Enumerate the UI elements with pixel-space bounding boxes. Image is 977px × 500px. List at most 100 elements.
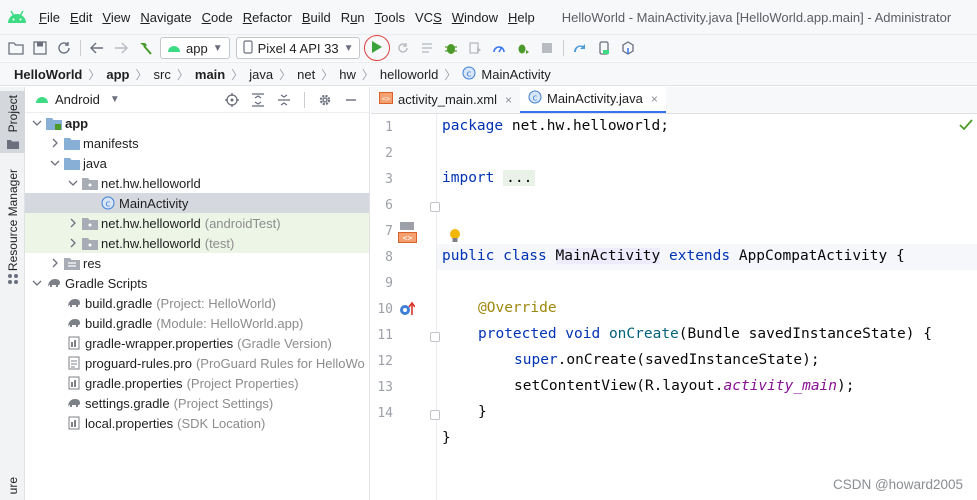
run-configuration-select[interactable]: app ▼ bbox=[160, 37, 230, 59]
code-keyword: super bbox=[514, 352, 558, 368]
tree-item-app[interactable]: app bbox=[25, 113, 369, 133]
chevron-down-icon[interactable]: ▼ bbox=[110, 94, 120, 105]
project-tool-tab-label: Project bbox=[5, 95, 20, 133]
chevron-right-icon[interactable] bbox=[65, 218, 81, 228]
breadcrumb-item[interactable]: src bbox=[154, 67, 171, 82]
stop-icon[interactable] bbox=[535, 37, 559, 59]
attach-debugger-icon[interactable] bbox=[463, 37, 487, 59]
breadcrumb-item[interactable]: net bbox=[297, 67, 315, 82]
tab-main-activity-java[interactable]: c MainActivity.java × bbox=[519, 86, 666, 113]
minimize-icon[interactable] bbox=[341, 90, 361, 110]
tree-item-gradle-properties[interactable]: gradle.properties (Project Properties) bbox=[25, 373, 369, 393]
forward-arrow-icon[interactable] bbox=[109, 37, 133, 59]
resource-manager-tab-label: Resource Manager bbox=[5, 169, 20, 272]
debug-bug-icon[interactable] bbox=[439, 37, 463, 59]
sync-gradle-icon[interactable] bbox=[568, 37, 592, 59]
apply-code-changes-icon[interactable] bbox=[415, 37, 439, 59]
breadcrumb-item[interactable]: helloworld bbox=[380, 67, 439, 82]
breadcrumb-item[interactable]: MainActivity bbox=[481, 67, 550, 82]
breadcrumb-item[interactable]: java bbox=[249, 67, 273, 82]
tree-item-package-test[interactable]: net.hw.helloworld (test) bbox=[25, 233, 369, 253]
settings-gear-icon[interactable] bbox=[315, 90, 335, 110]
project-view-mode[interactable]: Android bbox=[55, 92, 100, 107]
menu-item-navigate[interactable]: Navigate bbox=[135, 10, 196, 25]
tree-item-main-activity[interactable]: c MainActivity bbox=[25, 193, 369, 213]
lightbulb-icon[interactable] bbox=[449, 228, 461, 247]
tree-item-java[interactable]: java bbox=[25, 153, 369, 173]
resource-folder-icon bbox=[63, 255, 81, 271]
tree-item-label: Gradle Scripts bbox=[65, 275, 148, 291]
chevron-right-icon[interactable] bbox=[47, 258, 63, 268]
line-number: 11 bbox=[377, 328, 393, 343]
tree-item-gradle-wrapper-properties[interactable]: gradle-wrapper.properties (Gradle Versio… bbox=[25, 333, 369, 353]
tree-item-build-gradle-project[interactable]: build.gradle (Project: HelloWorld) bbox=[25, 293, 369, 313]
save-all-icon[interactable] bbox=[28, 37, 52, 59]
debug-attach-bug-icon[interactable] bbox=[511, 37, 535, 59]
close-icon[interactable]: × bbox=[651, 92, 658, 106]
menu-item-tools[interactable]: Tools bbox=[370, 10, 410, 25]
code-keyword: import bbox=[442, 170, 495, 186]
activity-layout-gutter-icon[interactable]: <> bbox=[398, 221, 418, 246]
menu-item-build[interactable]: Build bbox=[297, 10, 336, 25]
menu-item-code[interactable]: Code bbox=[197, 10, 238, 25]
no-problems-check-icon[interactable] bbox=[959, 119, 973, 134]
structure-tool-tab[interactable]: ure bbox=[0, 477, 25, 500]
gradle-elephant-icon bbox=[65, 395, 83, 411]
tree-item-label: build.gradle bbox=[85, 315, 153, 331]
device-select[interactable]: Pixel 4 API 33 ▼ bbox=[235, 37, 361, 59]
line-number: 13 bbox=[377, 380, 393, 395]
override-method-gutter-icon[interactable] bbox=[399, 301, 416, 320]
tree-item-proguard-rules[interactable]: proguard-rules.pro (ProGuard Rules for H… bbox=[25, 353, 369, 373]
menu-item-run[interactable]: Run bbox=[336, 10, 370, 25]
chevron-down-icon[interactable] bbox=[65, 178, 81, 188]
fold-toggle-icon[interactable] bbox=[430, 410, 440, 420]
tree-item-res[interactable]: res bbox=[25, 253, 369, 273]
tree-item-label: local.properties bbox=[85, 415, 174, 431]
breadcrumb-item[interactable]: hw bbox=[339, 67, 356, 82]
chevron-down-icon[interactable] bbox=[29, 118, 45, 128]
open-folder-icon[interactable] bbox=[4, 37, 28, 59]
run-app-button[interactable] bbox=[364, 35, 391, 61]
back-arrow-icon[interactable] bbox=[85, 37, 109, 59]
menu-item-edit[interactable]: Edit bbox=[65, 10, 97, 25]
expand-all-icon[interactable] bbox=[248, 90, 268, 110]
tree-item-package[interactable]: net.hw.helloworld bbox=[25, 173, 369, 193]
close-icon[interactable]: × bbox=[505, 93, 512, 107]
chevron-down-icon[interactable] bbox=[47, 158, 63, 168]
code-field: activity_main bbox=[723, 378, 838, 394]
tree-item-build-gradle-module[interactable]: build.gradle (Module: HelloWorld.app) bbox=[25, 313, 369, 333]
code-area[interactable]: 1 2 3 6 7 8 9 10 11 12 13 14 <> package … bbox=[371, 114, 977, 500]
profiler-gauge-icon[interactable] bbox=[487, 37, 511, 59]
fold-toggle-icon[interactable] bbox=[430, 202, 440, 212]
menu-item-window[interactable]: Window bbox=[447, 10, 503, 25]
make-project-hammer-icon[interactable] bbox=[133, 37, 157, 59]
tree-item-gradle-scripts[interactable]: Gradle Scripts bbox=[25, 273, 369, 293]
chevron-right-icon[interactable] bbox=[47, 138, 63, 148]
breadcrumb-item[interactable]: app bbox=[106, 67, 129, 82]
fold-toggle-icon[interactable] bbox=[430, 332, 440, 342]
breadcrumb-item[interactable]: main bbox=[195, 67, 225, 82]
sdk-manager-icon[interactable] bbox=[616, 37, 640, 59]
menu-item-view[interactable]: View bbox=[97, 10, 135, 25]
menu-item-vcs[interactable]: VCS bbox=[410, 10, 447, 25]
tree-item-package-android-test[interactable]: net.hw.helloworld (androidTest) bbox=[25, 213, 369, 233]
tree-item-manifests[interactable]: manifests bbox=[25, 133, 369, 153]
folded-imports[interactable]: ... bbox=[503, 170, 536, 186]
select-opened-file-icon[interactable] bbox=[222, 90, 242, 110]
tab-activity-main-xml[interactable]: <> activity_main.xml × bbox=[371, 86, 520, 113]
menu-item-help[interactable]: Help bbox=[503, 10, 540, 25]
sync-icon[interactable] bbox=[52, 37, 76, 59]
apply-changes-icon[interactable] bbox=[391, 37, 415, 59]
breadcrumb-item[interactable]: HelloWorld bbox=[14, 67, 82, 82]
resource-manager-tool-tab[interactable]: Resource Manager bbox=[0, 169, 25, 279]
collapse-all-icon[interactable] bbox=[274, 90, 294, 110]
code-text: AppCompatActivity { bbox=[730, 248, 905, 264]
device-manager-icon[interactable] bbox=[592, 37, 616, 59]
menu-item-file[interactable]: File bbox=[34, 10, 65, 25]
chevron-right-icon[interactable] bbox=[65, 238, 81, 248]
tree-item-local-properties[interactable]: local.properties (SDK Location) bbox=[25, 413, 369, 433]
tree-item-settings-gradle[interactable]: settings.gradle (Project Settings) bbox=[25, 393, 369, 413]
chevron-down-icon[interactable] bbox=[29, 278, 45, 288]
menu-item-refactor[interactable]: Refactor bbox=[238, 10, 297, 25]
svg-text:<>: <> bbox=[382, 95, 390, 103]
